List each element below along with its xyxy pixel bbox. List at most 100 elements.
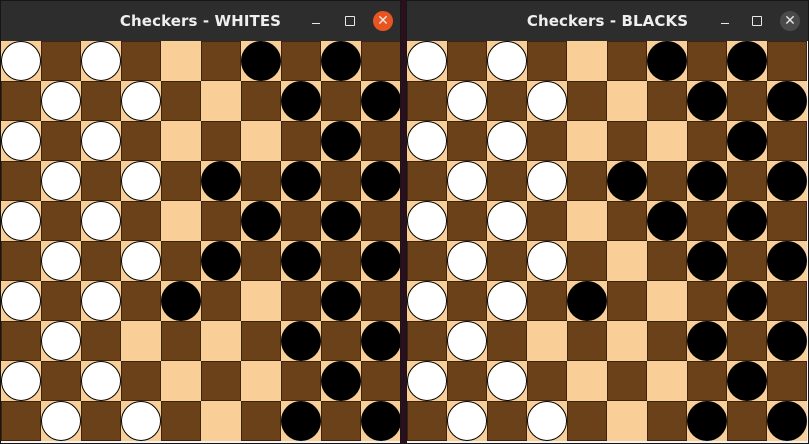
board-square[interactable] xyxy=(527,281,567,321)
board-square[interactable] xyxy=(607,161,647,201)
board-square[interactable] xyxy=(361,41,400,81)
board-square[interactable] xyxy=(121,321,161,361)
white-piece[interactable] xyxy=(487,281,527,321)
board-square[interactable] xyxy=(161,281,201,321)
board-square[interactable] xyxy=(647,321,687,361)
black-piece[interactable] xyxy=(241,201,281,241)
white-piece[interactable] xyxy=(121,401,161,441)
black-piece[interactable] xyxy=(727,201,767,241)
board-square[interactable] xyxy=(281,121,321,161)
board-square[interactable] xyxy=(767,401,807,441)
board-square[interactable] xyxy=(407,321,447,361)
black-piece[interactable] xyxy=(281,161,321,201)
black-piece[interactable] xyxy=(687,241,727,281)
board-square[interactable] xyxy=(241,321,281,361)
board-square[interactable] xyxy=(727,361,767,401)
board-square[interactable] xyxy=(241,41,281,81)
black-piece[interactable] xyxy=(281,401,321,441)
board-square[interactable] xyxy=(727,401,767,441)
board-square[interactable] xyxy=(447,41,487,81)
titlebar[interactable]: Checkers - WHITES ✕ xyxy=(1,1,400,41)
board-square[interactable] xyxy=(201,241,241,281)
black-piece[interactable] xyxy=(687,161,727,201)
board-square[interactable] xyxy=(567,361,607,401)
close-icon[interactable]: ✕ xyxy=(373,11,393,31)
board-square[interactable] xyxy=(567,201,607,241)
board-square[interactable] xyxy=(1,321,41,361)
board-square[interactable] xyxy=(281,41,321,81)
board-square[interactable] xyxy=(321,81,361,121)
board-square[interactable] xyxy=(567,161,607,201)
black-piece[interactable] xyxy=(767,401,807,441)
board-square[interactable] xyxy=(201,201,241,241)
board-square[interactable] xyxy=(567,401,607,441)
black-piece[interactable] xyxy=(361,401,400,441)
board-square[interactable] xyxy=(41,281,81,321)
board-square[interactable] xyxy=(241,121,281,161)
board-square[interactable] xyxy=(607,281,647,321)
board-square[interactable] xyxy=(767,161,807,201)
white-piece[interactable] xyxy=(81,281,121,321)
white-piece[interactable] xyxy=(81,201,121,241)
board-square[interactable] xyxy=(527,81,567,121)
board-square[interactable] xyxy=(447,281,487,321)
board-square[interactable] xyxy=(281,321,321,361)
board-square[interactable] xyxy=(241,81,281,121)
black-piece[interactable] xyxy=(767,321,807,361)
board-square[interactable] xyxy=(241,361,281,401)
board-square[interactable] xyxy=(647,81,687,121)
board-square[interactable] xyxy=(567,81,607,121)
board-square[interactable] xyxy=(607,81,647,121)
board-square[interactable] xyxy=(407,121,447,161)
board-square[interactable] xyxy=(647,201,687,241)
board-square[interactable] xyxy=(527,321,567,361)
board-square[interactable] xyxy=(201,281,241,321)
board-square[interactable] xyxy=(81,41,121,81)
board-square[interactable] xyxy=(727,201,767,241)
board-square[interactable] xyxy=(607,321,647,361)
black-piece[interactable] xyxy=(241,41,281,81)
board-square[interactable] xyxy=(241,161,281,201)
black-piece[interactable] xyxy=(201,161,241,201)
black-piece[interactable] xyxy=(281,81,321,121)
board-square[interactable] xyxy=(447,81,487,121)
board-square[interactable] xyxy=(567,41,607,81)
board-square[interactable] xyxy=(687,161,727,201)
white-piece[interactable] xyxy=(407,201,447,241)
board-square[interactable] xyxy=(487,361,527,401)
board-square[interactable] xyxy=(1,81,41,121)
board-square[interactable] xyxy=(161,401,201,441)
board-square[interactable] xyxy=(407,241,447,281)
board-square[interactable] xyxy=(727,41,767,81)
black-piece[interactable] xyxy=(201,241,241,281)
board-square[interactable] xyxy=(281,81,321,121)
white-piece[interactable] xyxy=(407,121,447,161)
black-piece[interactable] xyxy=(321,281,361,321)
board-square[interactable] xyxy=(321,281,361,321)
board-square[interactable] xyxy=(321,201,361,241)
black-piece[interactable] xyxy=(281,241,321,281)
board-square[interactable] xyxy=(121,281,161,321)
board-square[interactable] xyxy=(41,201,81,241)
board-square[interactable] xyxy=(121,201,161,241)
board-square[interactable] xyxy=(321,401,361,441)
board-square[interactable] xyxy=(1,241,41,281)
board-square[interactable] xyxy=(687,281,727,321)
board-square[interactable] xyxy=(241,241,281,281)
white-piece[interactable] xyxy=(41,81,81,121)
board-square[interactable] xyxy=(727,281,767,321)
board-square[interactable] xyxy=(687,41,727,81)
black-piece[interactable] xyxy=(727,41,767,81)
black-piece[interactable] xyxy=(687,321,727,361)
board-square[interactable] xyxy=(41,81,81,121)
black-piece[interactable] xyxy=(647,41,687,81)
board-square[interactable] xyxy=(201,41,241,81)
board-square[interactable] xyxy=(361,241,400,281)
checkers-board[interactable] xyxy=(1,41,400,441)
board-square[interactable] xyxy=(607,401,647,441)
black-piece[interactable] xyxy=(321,361,361,401)
board-square[interactable] xyxy=(447,321,487,361)
titlebar[interactable]: Checkers - BLACKS ✕ xyxy=(407,1,808,41)
board-square[interactable] xyxy=(281,161,321,201)
white-piece[interactable] xyxy=(487,361,527,401)
